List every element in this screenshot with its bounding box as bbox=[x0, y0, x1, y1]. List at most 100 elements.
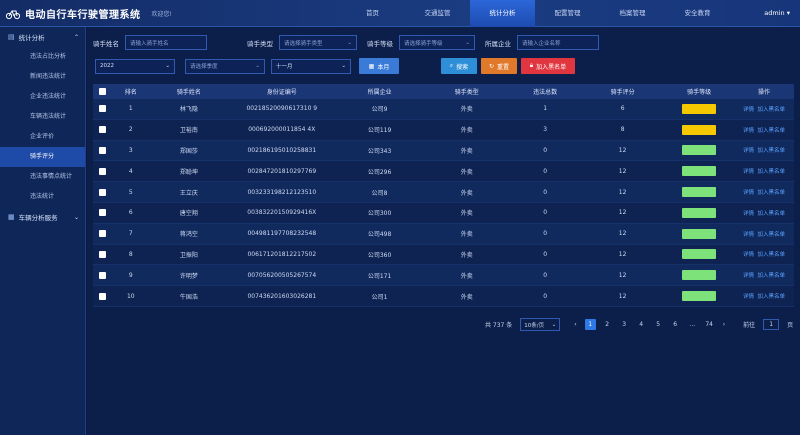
row-checkbox[interactable] bbox=[99, 167, 107, 175]
nav-item[interactable]: 配置管理 bbox=[535, 0, 600, 27]
lock-icon: 🔒︎ bbox=[529, 62, 534, 69]
nav-item[interactable]: 统计分析 bbox=[470, 0, 535, 27]
filter-row-2: 2022 ⌄ 请选择季度 ⌄ 十一月 ⌄ ▦ 本月 ⌕ 搜索 ↻ 重置 🔒︎ 加入黑名单 bbox=[95, 58, 575, 74]
table-row: 2 卫裕南 000692000011854 4X 公司119 外卖 3 8 详情 加入黑名单 bbox=[93, 119, 794, 141]
rider-level-select[interactable]: 请选择骑手等级 ⌄ bbox=[399, 35, 475, 50]
year-select[interactable]: 2022 ⌄ bbox=[95, 58, 175, 74]
select-all-cell bbox=[93, 88, 112, 95]
add-blacklist-link[interactable]: 加入黑名单 bbox=[757, 273, 785, 279]
detail-link[interactable]: 详情 bbox=[743, 294, 754, 300]
sidebar-item[interactable]: 车辆违法统计 bbox=[0, 107, 85, 127]
add-blacklist-button[interactable]: 🔒︎ 加入黑名单 bbox=[521, 58, 575, 74]
nav-item[interactable]: 首页 bbox=[340, 0, 405, 27]
total-count: 共 737 条 bbox=[485, 322, 513, 329]
rider-type-select[interactable]: 请选择骑手类型 ⌄ bbox=[279, 35, 357, 50]
add-blacklist-link[interactable]: 加入黑名单 bbox=[757, 107, 785, 113]
detail-link[interactable]: 详情 bbox=[743, 148, 754, 154]
sidebar-group-vehicle[interactable]: ▦ 车辆分析服务 ⌄ bbox=[0, 207, 85, 227]
add-blacklist-link[interactable]: 加入黑名单 bbox=[757, 128, 785, 134]
this-month-button[interactable]: ▦ 本月 bbox=[359, 58, 399, 74]
detail-link[interactable]: 详情 bbox=[743, 211, 754, 217]
row-checkbox[interactable] bbox=[99, 146, 107, 154]
nav-item[interactable]: 交通监管 bbox=[405, 0, 470, 27]
row-checkbox[interactable] bbox=[99, 209, 107, 217]
chevron-down-icon: ⌄ bbox=[341, 63, 346, 69]
month-select[interactable]: 十一月 ⌄ bbox=[271, 58, 351, 74]
quarter-select[interactable]: 请选择季度 ⌄ bbox=[185, 58, 265, 74]
cell-id: 003233198212123510 bbox=[247, 188, 317, 196]
rider-name-input[interactable]: 请输入骑手姓名 bbox=[125, 35, 207, 50]
page-number[interactable]: 1 bbox=[584, 319, 596, 330]
cell-name: 牛国浩 bbox=[179, 293, 198, 301]
row-checkbox[interactable] bbox=[99, 230, 107, 238]
detail-link[interactable]: 详情 bbox=[743, 190, 754, 196]
sidebar-item[interactable]: 企业评价 bbox=[0, 127, 85, 147]
table-row: 9 许明梦 007056200505267574 公司171 外卖 0 12 详情 加入黑名单 bbox=[93, 265, 794, 287]
column-header: 违法总数 bbox=[533, 89, 558, 96]
sidebar-item[interactable]: 新闻违法统计 bbox=[0, 67, 85, 87]
page-number[interactable]: … bbox=[687, 319, 698, 330]
cell-rank: 4 bbox=[128, 167, 133, 175]
detail-link[interactable]: 详情 bbox=[743, 273, 754, 279]
column-header: 身份证编号 bbox=[266, 89, 297, 96]
row-checkbox[interactable] bbox=[99, 188, 107, 196]
cell-company: 公司343 bbox=[367, 147, 392, 155]
select-all-checkbox[interactable] bbox=[99, 88, 107, 95]
add-blacklist-link[interactable]: 加入黑名单 bbox=[757, 169, 785, 175]
add-blacklist-link[interactable]: 加入黑名单 bbox=[757, 148, 785, 154]
detail-link[interactable]: 详情 bbox=[743, 169, 754, 175]
sidebar-item[interactable]: 企业违法统计 bbox=[0, 87, 85, 107]
column-header: 排名 bbox=[124, 89, 137, 96]
detail-link[interactable]: 详情 bbox=[743, 107, 754, 113]
reset-button[interactable]: ↻ 重置 bbox=[481, 58, 517, 74]
search-button[interactable]: ⌕ 搜索 bbox=[441, 58, 477, 74]
row-select-cell bbox=[93, 250, 112, 258]
page-size-select[interactable]: 10条/页 ⌄ bbox=[520, 318, 561, 331]
cell-id: 007056200505267574 bbox=[247, 271, 317, 279]
cell-id: 002847201810297769 bbox=[247, 167, 317, 175]
cell-violations: 0 bbox=[543, 167, 548, 175]
add-blacklist-link[interactable]: 加入黑名单 bbox=[757, 190, 785, 196]
sidebar-item[interactable]: 骑手评分 bbox=[0, 147, 85, 167]
add-blacklist-link[interactable]: 加入黑名单 bbox=[757, 252, 785, 258]
detail-link[interactable]: 详情 bbox=[743, 232, 754, 238]
user-menu[interactable]: admin ▾ bbox=[764, 9, 790, 17]
add-blacklist-link[interactable]: 加入黑名单 bbox=[757, 211, 785, 217]
nav-item[interactable]: 安全教育 bbox=[665, 0, 730, 27]
row-checkbox[interactable] bbox=[99, 105, 107, 113]
chevron-down-icon: ⌄ bbox=[73, 213, 79, 221]
page-number[interactable]: 2 bbox=[602, 319, 613, 330]
sidebar-item[interactable]: 违法事情点统计 bbox=[0, 167, 85, 187]
prev-page-icon[interactable]: ‹ bbox=[574, 321, 576, 328]
company-input[interactable]: 请输入企业名称 bbox=[517, 35, 599, 50]
row-select-cell bbox=[93, 271, 112, 279]
detail-link[interactable]: 详情 bbox=[743, 252, 754, 258]
cell-id: 007436201603026281 bbox=[247, 292, 317, 300]
row-checkbox[interactable] bbox=[99, 271, 107, 279]
cell-name: 卫裕南 bbox=[179, 127, 198, 135]
chevron-down-icon: ⌄ bbox=[465, 39, 470, 46]
cell-id: 004981197708232548 bbox=[247, 230, 317, 238]
row-checkbox[interactable] bbox=[99, 126, 107, 134]
sidebar-item[interactable]: 违法统计 bbox=[0, 187, 85, 207]
pagination: 共 737 条 10条/页 ⌄ ‹ 1 2 3 4 5 6… 74 › 前往 1 页 bbox=[485, 318, 793, 331]
cell-actions: 详情 加入黑名单 bbox=[734, 188, 794, 196]
page-number[interactable]: 5 bbox=[653, 319, 664, 330]
next-page-icon[interactable]: › bbox=[723, 321, 725, 328]
add-blacklist-link[interactable]: 加入黑名单 bbox=[757, 232, 785, 238]
sidebar-group-stats[interactable]: ▤ 统计分析 ⌃ bbox=[0, 27, 85, 47]
goto-page-input[interactable]: 1 bbox=[763, 319, 780, 330]
sidebar-item[interactable]: 违法占比分析 bbox=[0, 47, 85, 67]
cell-type: 外卖 bbox=[460, 272, 473, 280]
add-blacklist-link[interactable]: 加入黑名单 bbox=[757, 294, 785, 300]
cell-company: 公司119 bbox=[367, 127, 392, 135]
row-checkbox[interactable] bbox=[99, 292, 107, 300]
detail-link[interactable]: 详情 bbox=[743, 128, 754, 134]
page-number[interactable]: 3 bbox=[619, 319, 630, 330]
chevron-down-icon: ⌄ bbox=[551, 321, 557, 328]
row-checkbox[interactable] bbox=[99, 250, 107, 258]
nav-item[interactable]: 档案管理 bbox=[600, 0, 665, 27]
page-number[interactable]: 4 bbox=[636, 319, 647, 330]
page-number[interactable]: 74 bbox=[704, 319, 715, 330]
page-number[interactable]: 6 bbox=[670, 319, 681, 330]
